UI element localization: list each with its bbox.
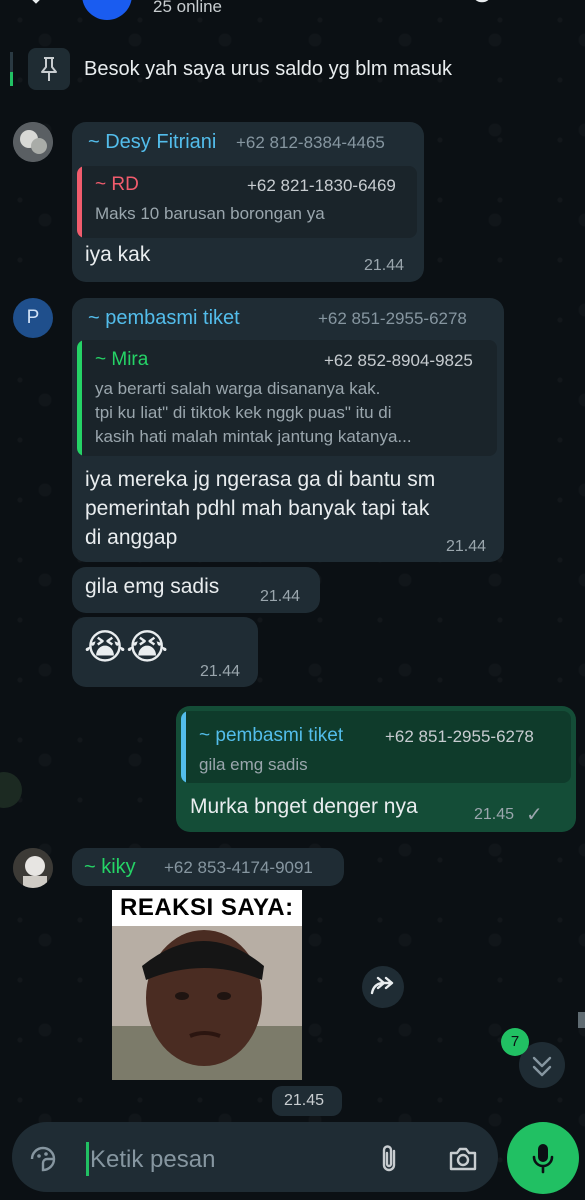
menu-icon[interactable]	[536, 0, 560, 12]
message-text-line: di anggap	[85, 526, 178, 549]
forward-button[interactable]	[362, 966, 404, 1008]
message-time: 21.44	[446, 538, 487, 555]
quoted-sender: ~ RD	[95, 174, 139, 195]
pinned-message-text: Besok yah saya urus saldo yg blm masuk	[84, 58, 452, 80]
text-cursor	[86, 1142, 89, 1176]
quoted-phone: +62 851-2955-6278	[385, 727, 534, 746]
sender-phone: +62 853-4174-9091	[164, 858, 313, 877]
quoted-text-line: kasih hati malah mintak jantung katanya.…	[95, 427, 412, 446]
online-count: 25 online	[153, 0, 223, 16]
message-bubble[interactable]: 😭😭 21.44	[72, 617, 258, 687]
image-time-badge: 21.45	[272, 1086, 342, 1116]
sticker-icon[interactable]	[28, 1144, 58, 1174]
sent-check-icon: ✓	[526, 804, 543, 826]
microphone-icon	[532, 1144, 554, 1174]
sender-phone: +62 851-2955-6278	[318, 309, 467, 328]
message-input[interactable]: Ketik pesan	[12, 1122, 498, 1192]
quoted-sender: ~ pembasmi tiket	[199, 725, 344, 746]
sender-phone: +62 812-8384-4465	[236, 133, 385, 152]
camera-icon[interactable]	[447, 1144, 479, 1174]
message-time: 21.44	[364, 257, 405, 274]
reaction-face-image	[112, 926, 302, 1080]
quoted-text-line: tpi ku liat" di tiktok kek nggk puas" it…	[95, 403, 392, 422]
message-time: 21.44	[260, 588, 301, 605]
emoji-message: 😭😭	[84, 627, 169, 668]
message-input-bar: Ketik pesan	[0, 1120, 585, 1200]
avatar-letter: P	[26, 307, 40, 328]
avatar[interactable]: P	[13, 298, 53, 338]
forward-icon	[370, 976, 394, 995]
avatar[interactable]	[13, 122, 53, 162]
message-bubble[interactable]: ~ pembasmi tiket +62 851-2955-6278 ~ Mir…	[72, 298, 504, 562]
quoted-phone: +62 821-1830-6469	[247, 176, 396, 195]
quoted-sender: ~ Mira	[95, 349, 149, 370]
mic-button[interactable]	[507, 1122, 579, 1194]
pin-button[interactable]	[28, 48, 70, 90]
sender-name[interactable]: ~ kiky	[84, 856, 136, 879]
message-text: gila emg sadis	[85, 575, 220, 598]
avatar[interactable]	[13, 848, 53, 888]
message-time: 21.44	[200, 663, 241, 680]
chat-header[interactable]: 25 online	[0, 0, 585, 22]
quoted-message[interactable]: ~ Mira +62 852-8904-9825 ya berarti sala…	[77, 340, 497, 456]
image-caption: REAKSI SAYA:	[120, 894, 294, 921]
pinned-message-bar[interactable]: Besok yah saya urus saldo yg blm masuk	[0, 40, 585, 104]
message-bubble-outgoing[interactable]: ~ pembasmi tiket +62 851-2955-6278 gila …	[176, 706, 576, 832]
message-text-line: iya mereka jg ngerasa ga di bantu sm	[85, 468, 436, 491]
message-bubble[interactable]: gila emg sadis 21.44	[72, 567, 320, 613]
quoted-message[interactable]: ~ RD +62 821-1830-6469 Maks 10 barusan b…	[77, 166, 417, 238]
unread-count-badge: 7	[501, 1028, 529, 1056]
pinned-indicator	[10, 52, 13, 86]
group-avatar[interactable]	[82, 0, 132, 20]
sender-name[interactable]: ~ Desy Fitriani	[88, 131, 216, 154]
message-text: Murka bnget denger nya	[190, 795, 418, 818]
scrollbar-thumb[interactable]	[578, 1012, 585, 1028]
quoted-text: Maks 10 barusan borongan ya	[95, 204, 325, 223]
pin-icon	[41, 57, 57, 81]
sender-name[interactable]: ~ pembasmi tiket	[88, 307, 240, 330]
sender-header-bubble[interactable]: ~ kiky +62 853-4174-9091	[72, 848, 344, 886]
attach-icon[interactable]	[374, 1143, 404, 1175]
quoted-text-line: ya berarti salah warga disananya kak.	[95, 379, 381, 398]
message-text: iya kak	[85, 243, 151, 266]
image-message[interactable]: REAKSI SAYA:	[112, 890, 302, 1080]
message-text-line: pemerintah pdhl mah banyak tapi tak	[85, 497, 430, 520]
call-icon[interactable]	[470, 0, 494, 12]
message-bubble[interactable]: ~ Desy Fitriani +62 812-8384-4465 ~ RD +…	[72, 122, 424, 282]
quoted-phone: +62 852-8904-9825	[324, 351, 473, 370]
message-time: 21.45	[474, 806, 515, 823]
message-time: 21.45	[284, 1092, 325, 1109]
quoted-text: gila emg sadis	[199, 755, 308, 774]
input-placeholder: Ketik pesan	[90, 1146, 216, 1173]
back-arrow-icon[interactable]	[24, 0, 48, 12]
quoted-message[interactable]: ~ pembasmi tiket +62 851-2955-6278 gila …	[181, 711, 571, 783]
